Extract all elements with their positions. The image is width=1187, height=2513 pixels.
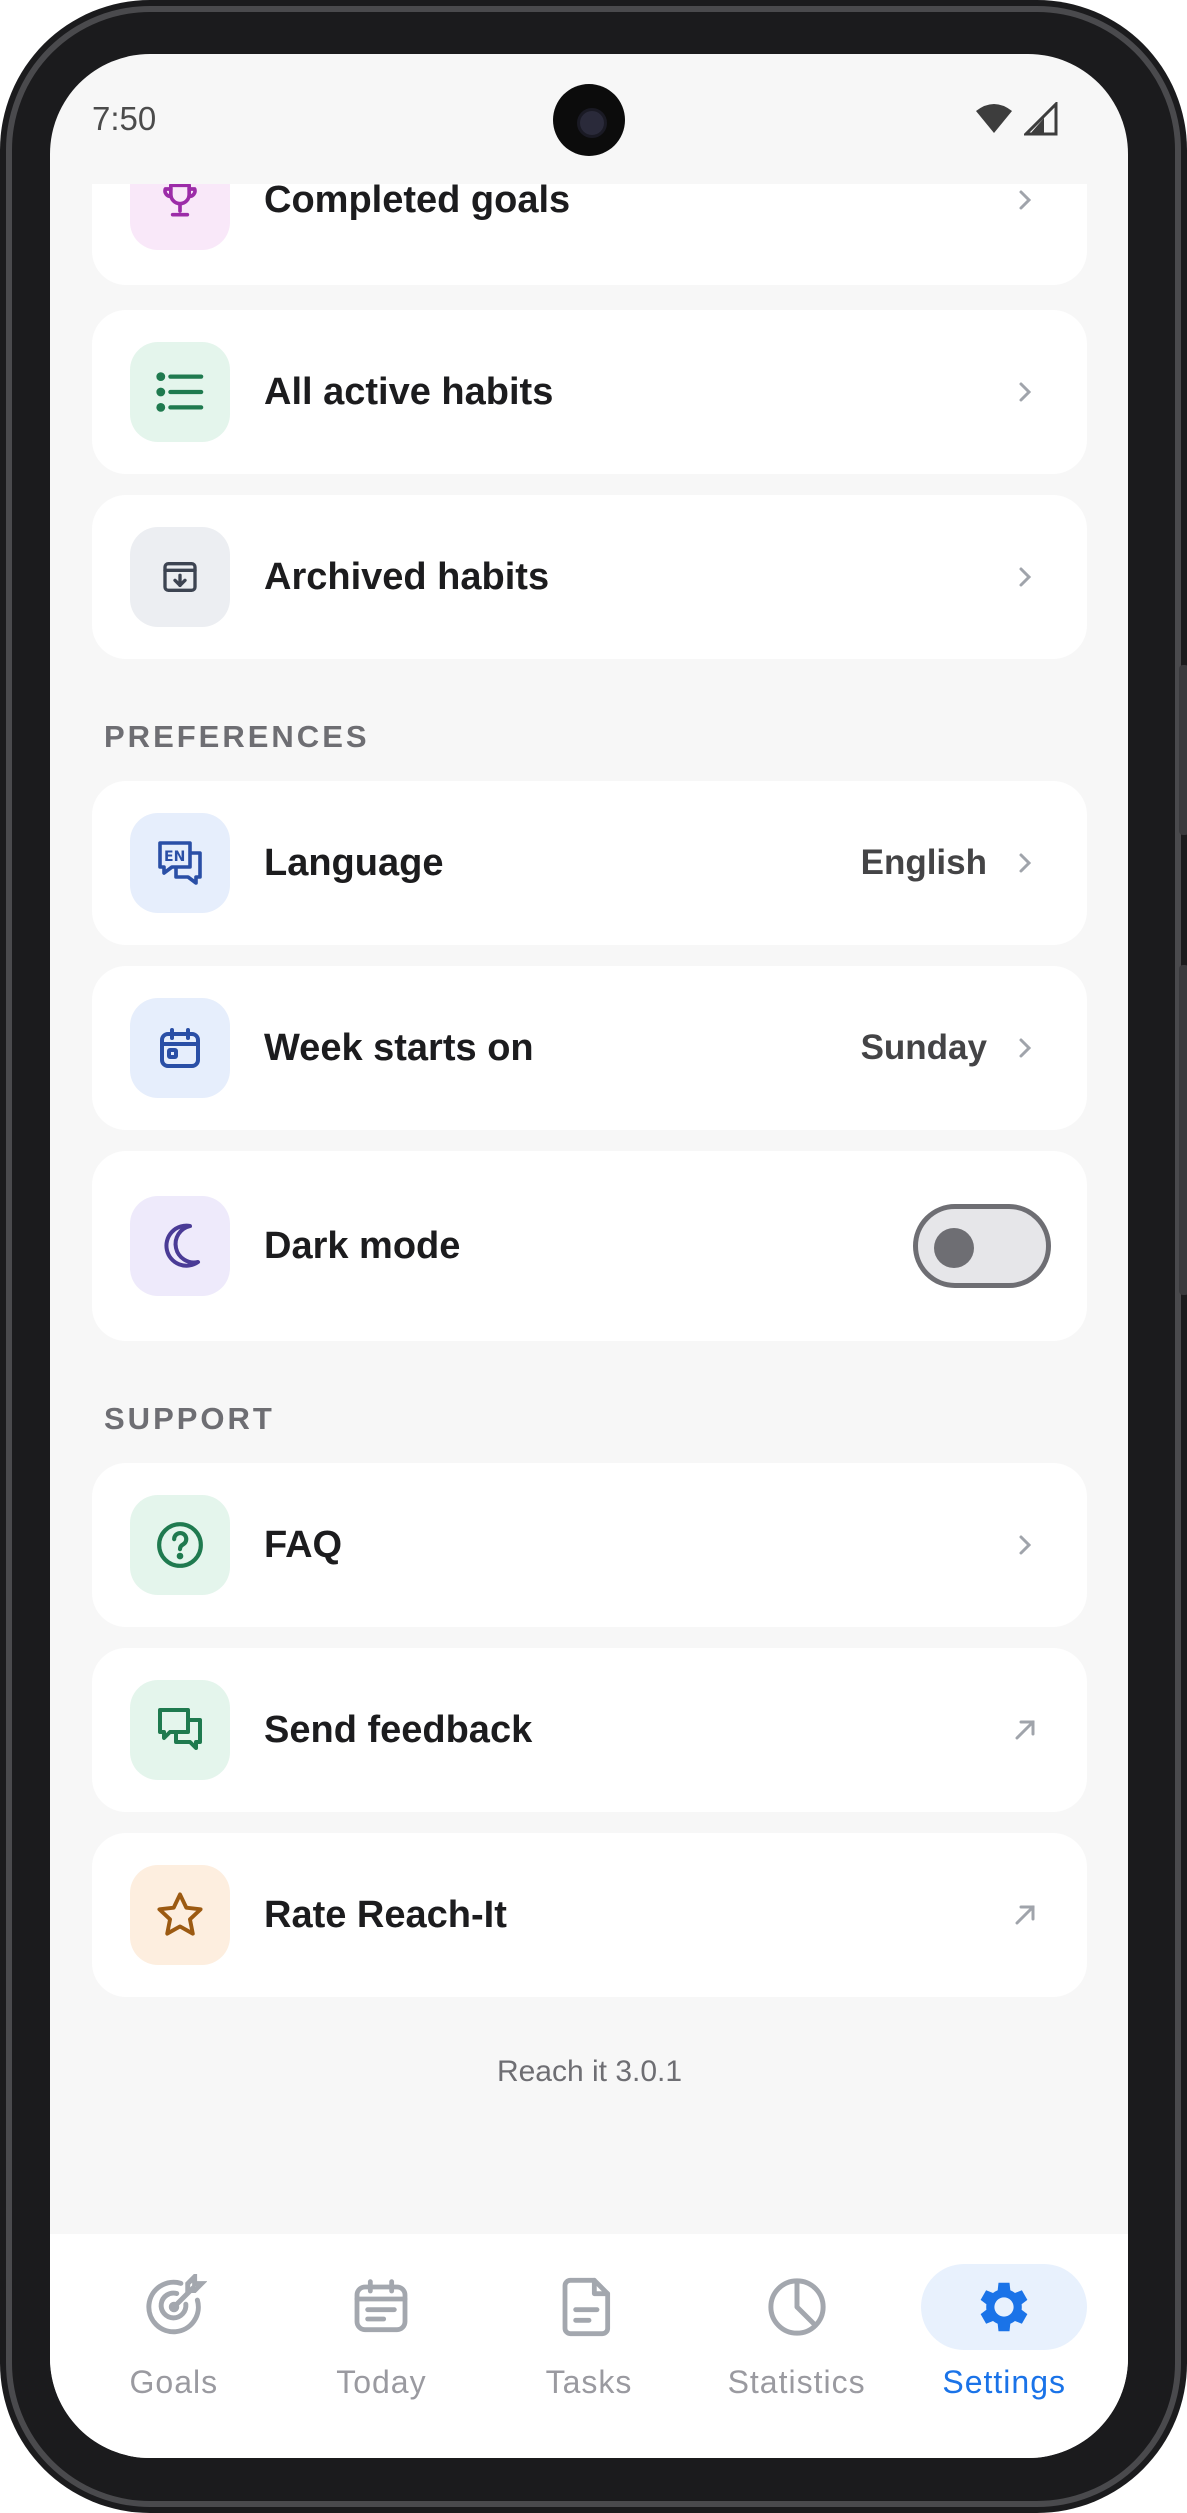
completed-goals-label: Completed goals <box>264 184 571 221</box>
all-active-habits-label: All active habits <box>264 370 554 413</box>
chevron-right-icon <box>1011 186 1039 214</box>
send-feedback-row[interactable]: Send feedback <box>92 1648 1087 1812</box>
send-feedback-label: Send feedback <box>264 1708 533 1751</box>
completed-goals-row[interactable]: Completed goals <box>92 184 1087 285</box>
nav-statistics[interactable]: Statistics <box>693 2234 901 2458</box>
today-icon <box>298 2264 464 2350</box>
dark-mode-row: Dark mode <box>92 1151 1087 1341</box>
status-icons <box>974 102 1058 136</box>
chevron-right-icon <box>1011 849 1039 877</box>
target-icon <box>91 2264 257 2350</box>
nav-goals-label: Goals <box>129 2364 219 2400</box>
faq-label: FAQ <box>264 1523 343 1566</box>
language-row[interactable]: EN Language English <box>92 781 1087 945</box>
chevron-right-icon <box>1011 1034 1039 1062</box>
toggle-knob <box>934 1228 974 1268</box>
preferences-section-title: PREFERENCES <box>104 719 370 754</box>
nav-today-label: Today <box>336 2364 427 2400</box>
support-section-title: SUPPORT <box>104 1401 275 1436</box>
language-label: Language <box>264 841 444 884</box>
nav-settings[interactable]: Settings <box>900 2234 1108 2458</box>
nav-tasks-label: Tasks <box>545 2364 633 2400</box>
document-icon <box>506 2264 672 2350</box>
week-starts-on-value: Sunday <box>860 1028 987 1067</box>
gear-icon <box>921 2264 1088 2350</box>
list-icon <box>130 342 230 442</box>
week-starts-on-label: Week starts on <box>264 1026 534 1069</box>
nav-settings-label: Settings <box>942 2364 1066 2400</box>
faq-row[interactable]: FAQ <box>92 1463 1087 1627</box>
nav-statistics-label: Statistics <box>727 2364 866 2400</box>
power-button <box>1179 965 1187 1295</box>
wifi-icon <box>976 104 1012 133</box>
bottom-navigation: Goals Today Tasks Statistics Settings <box>50 2234 1128 2458</box>
external-link-icon <box>1011 1716 1039 1744</box>
trophy-icon <box>130 184 230 250</box>
svg-text:EN: EN <box>164 849 185 865</box>
external-link-icon <box>1011 1901 1039 1929</box>
question-icon <box>130 1495 230 1595</box>
status-time: 7:50 <box>92 100 157 137</box>
calendar-icon <box>130 998 230 1098</box>
language-icon: EN <box>130 813 230 913</box>
week-starts-on-row[interactable]: Week starts on Sunday <box>92 966 1087 1130</box>
front-camera <box>553 84 625 156</box>
star-icon <box>130 1865 230 1965</box>
screen: 7:50 Completed goals All active habits A… <box>50 54 1128 2458</box>
moon-icon <box>130 1196 230 1296</box>
pie-chart-icon <box>714 2264 880 2350</box>
nav-tasks[interactable]: Tasks <box>485 2234 693 2458</box>
phone-frame: 7:50 Completed goals All active habits A… <box>0 0 1187 2513</box>
chat-icon <box>130 1680 230 1780</box>
dark-mode-label: Dark mode <box>264 1224 461 1267</box>
nav-today[interactable]: Today <box>278 2234 486 2458</box>
chevron-right-icon <box>1011 378 1039 406</box>
settings-scroll-area[interactable]: Completed goals All active habits Archiv… <box>50 184 1128 2234</box>
rate-reach-it-label: Rate Reach-It <box>264 1893 507 1936</box>
archived-habits-label: Archived habits <box>264 555 550 598</box>
volume-button <box>1179 665 1187 835</box>
dark-mode-toggle[interactable] <box>913 1204 1051 1288</box>
chevron-right-icon <box>1011 563 1039 591</box>
language-value: English <box>860 843 987 882</box>
archive-icon <box>130 527 230 627</box>
archived-habits-row[interactable]: Archived habits <box>92 495 1087 659</box>
chevron-right-icon <box>1011 1531 1039 1559</box>
app-version: Reach it 3.0.1 <box>496 2055 683 2088</box>
signal-icon <box>1024 102 1058 136</box>
all-active-habits-row[interactable]: All active habits <box>92 310 1087 474</box>
rate-reach-it-row[interactable]: Rate Reach-It <box>92 1833 1087 1997</box>
nav-goals[interactable]: Goals <box>70 2234 278 2458</box>
